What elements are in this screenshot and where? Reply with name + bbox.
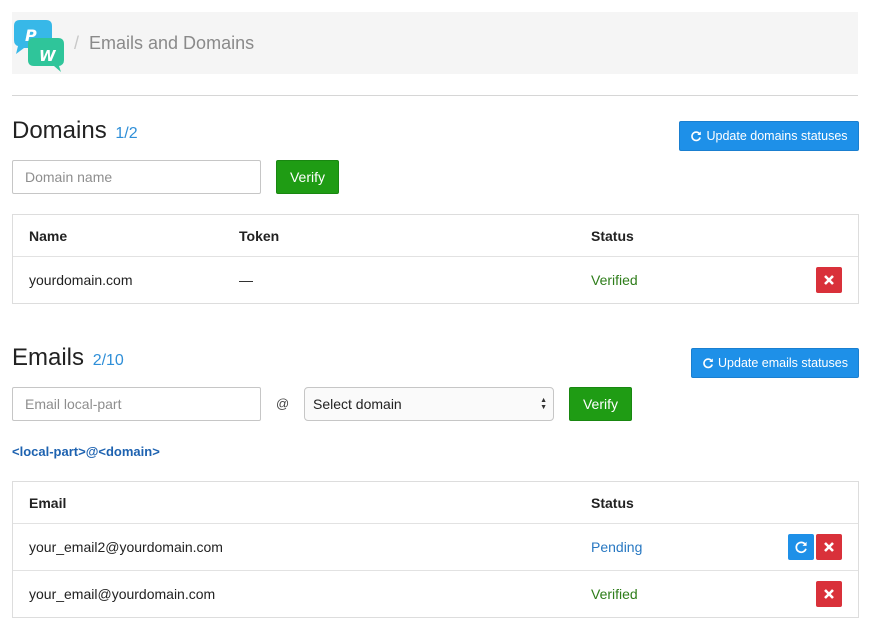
domain-select[interactable]: Select domain ▲ ▼	[304, 387, 554, 421]
table-row: your_email@yourdomain.com Verified	[13, 570, 858, 617]
email-status-cell: Pending	[591, 539, 643, 555]
domain-name-cell: yourdomain.com	[29, 272, 133, 288]
delete-email-button[interactable]	[816, 581, 842, 607]
breadcrumb: / Emails and Domains	[74, 33, 254, 54]
close-icon	[824, 589, 834, 599]
table-header-row: Email Status	[13, 482, 858, 523]
domain-name-input[interactable]	[12, 160, 261, 194]
email-status-cell: Verified	[591, 586, 638, 602]
delete-email-button[interactable]	[816, 534, 842, 560]
close-icon	[824, 275, 834, 285]
domains-title-text: Domains	[12, 117, 107, 144]
domains-title: Domains 1/2	[12, 117, 138, 145]
domains-table: Name Token Status yourdomain.com — Verif…	[12, 214, 859, 304]
domain-token-cell: —	[239, 272, 253, 288]
emails-title-text: Emails	[12, 344, 85, 371]
email-local-part-input[interactable]	[12, 387, 261, 421]
header-divider	[12, 95, 858, 96]
email-address-cell: your_email2@yourdomain.com	[29, 539, 223, 555]
at-sign: @	[276, 396, 290, 411]
refresh-icon	[703, 358, 713, 369]
table-row: yourdomain.com — Verified	[13, 256, 858, 303]
select-arrows-icon: ▲ ▼	[540, 397, 547, 411]
refresh-icon	[795, 541, 807, 554]
update-domains-label: Update domains statuses	[706, 129, 848, 143]
domains-count: 1/2	[115, 125, 138, 142]
domain-status-cell: Verified	[591, 272, 638, 288]
column-header-status: Status	[591, 494, 634, 511]
breadcrumb-separator: /	[74, 33, 80, 53]
column-header-name: Name	[29, 227, 68, 244]
table-row: your_email2@yourdomain.com Pending	[13, 523, 858, 570]
emails-title: Emails 2/10	[12, 344, 124, 372]
page-header: P W / Emails and Domains	[12, 12, 858, 74]
update-emails-label: Update emails statuses	[718, 356, 848, 370]
update-domains-statuses-button[interactable]: Update domains statuses	[679, 121, 859, 151]
verify-domain-button[interactable]: Verify	[276, 160, 339, 194]
email-format-hint: <local-part>@<domain>	[12, 444, 160, 459]
verify-email-button[interactable]: Verify	[569, 387, 632, 421]
delete-domain-button[interactable]	[816, 267, 842, 293]
app-logo[interactable]: P W	[12, 12, 68, 72]
close-icon	[824, 542, 834, 552]
emails-table: Email Status your_email2@yourdomain.com …	[12, 481, 859, 618]
breadcrumb-current: Emails and Domains	[89, 33, 255, 53]
refresh-email-button[interactable]	[788, 534, 814, 560]
emails-count: 2/10	[92, 352, 124, 369]
column-header-email: Email	[29, 494, 67, 511]
svg-text:W: W	[39, 47, 57, 65]
svg-text:P: P	[25, 26, 37, 45]
column-header-status: Status	[591, 227, 634, 244]
domain-select-value: Select domain	[313, 396, 402, 412]
table-header-row: Name Token Status	[13, 215, 858, 256]
email-address-cell: your_email@yourdomain.com	[29, 586, 216, 602]
update-emails-statuses-button[interactable]: Update emails statuses	[691, 348, 859, 378]
refresh-icon	[691, 131, 702, 142]
column-header-token: Token	[239, 227, 280, 244]
